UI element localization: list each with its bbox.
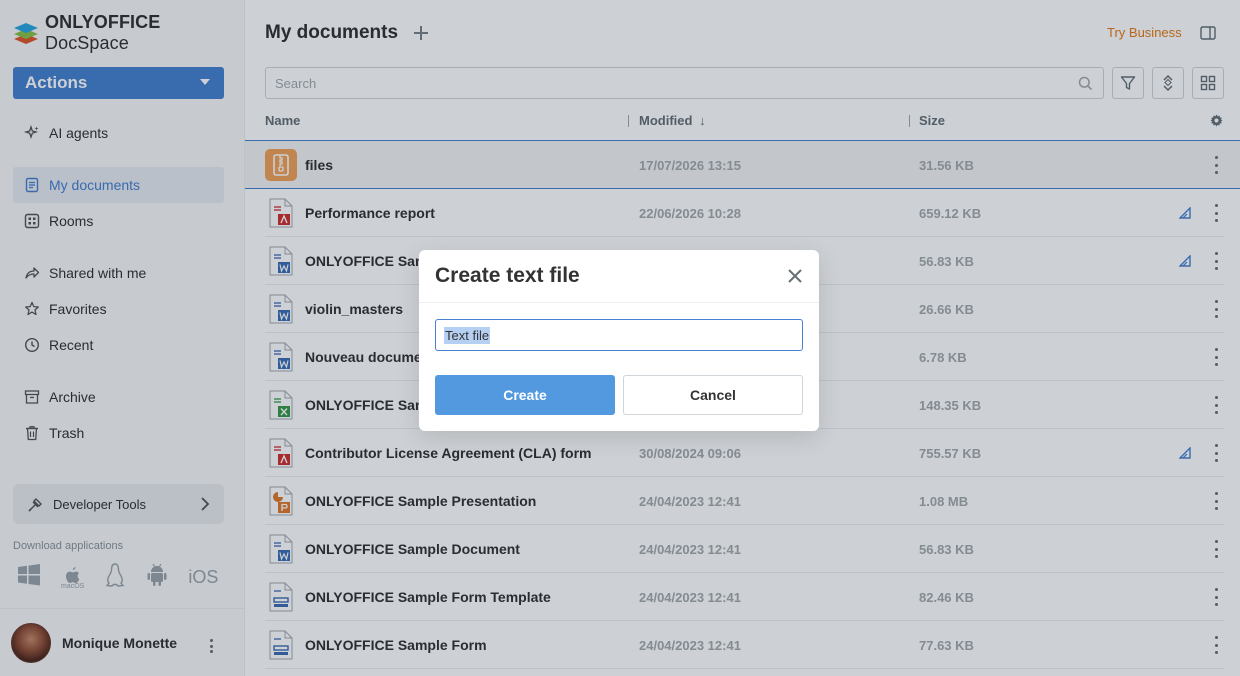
create-button[interactable]: Create	[435, 375, 615, 415]
close-icon[interactable]	[787, 268, 803, 289]
cancel-button[interactable]: Cancel	[623, 375, 803, 415]
create-text-file-dialog: Create text file Text file Create Cancel	[419, 250, 819, 431]
file-name-input[interactable]: Text file	[435, 319, 803, 351]
dialog-divider	[419, 302, 819, 303]
file-name-input-value: Text file	[444, 326, 491, 344]
dialog-title: Create text file	[435, 264, 580, 287]
